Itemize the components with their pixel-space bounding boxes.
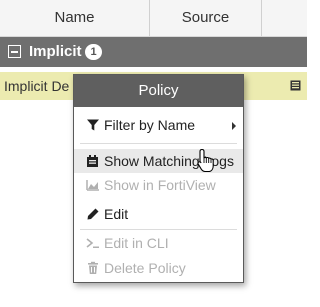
submenu-arrow-icon [232, 122, 236, 130]
menu-item-delete-policy[interactable]: Delete Policy [74, 256, 243, 280]
table-header: Name Source [0, 0, 307, 37]
chart-icon [86, 180, 99, 191]
log-icon [87, 155, 98, 167]
pencil-icon [87, 208, 99, 220]
menu-divider [80, 229, 237, 230]
hand-cursor-icon [197, 148, 214, 173]
menu-divider [80, 143, 237, 144]
policy-name-cell: Implicit De [4, 78, 70, 94]
menu-item-show-in-fortiview[interactable]: Show in FortiView [74, 173, 243, 197]
filter-icon [87, 119, 99, 131]
group-row-implicit[interactable]: Implicit 1 [0, 37, 307, 67]
menu-item-label: Delete Policy [104, 260, 186, 276]
menu-item-label: Edit [104, 206, 129, 222]
policy-context-menu: Policy Filter by Name Show Matching Logs [73, 74, 244, 283]
group-label: Implicit [29, 43, 82, 60]
menu-item-filter-by-name[interactable]: Filter by Name [74, 113, 243, 137]
trash-icon [88, 261, 98, 274]
collapse-icon[interactable] [8, 45, 21, 58]
menu-item-label: Filter by Name [104, 117, 196, 133]
column-header-source[interactable]: Source [150, 0, 262, 36]
context-menu-title: Policy [74, 75, 243, 107]
menu-item-label: Edit in CLI [104, 235, 169, 251]
menu-item-edit[interactable]: Edit [74, 202, 243, 226]
column-header-name[interactable]: Name [0, 0, 150, 36]
menu-item-label: Show in FortiView [104, 177, 216, 193]
menu-item-edit-in-cli[interactable]: Edit in CLI [74, 231, 243, 255]
terminal-icon [86, 238, 99, 248]
column-header-next[interactable] [262, 0, 307, 36]
menu-item-show-matching-logs[interactable]: Show Matching Logs [74, 149, 243, 173]
group-count-badge: 1 [85, 44, 102, 60]
log-icon[interactable] [290, 80, 301, 91]
policy-table-view: Name Source Implicit 1 Implicit De Polic… [0, 0, 307, 307]
